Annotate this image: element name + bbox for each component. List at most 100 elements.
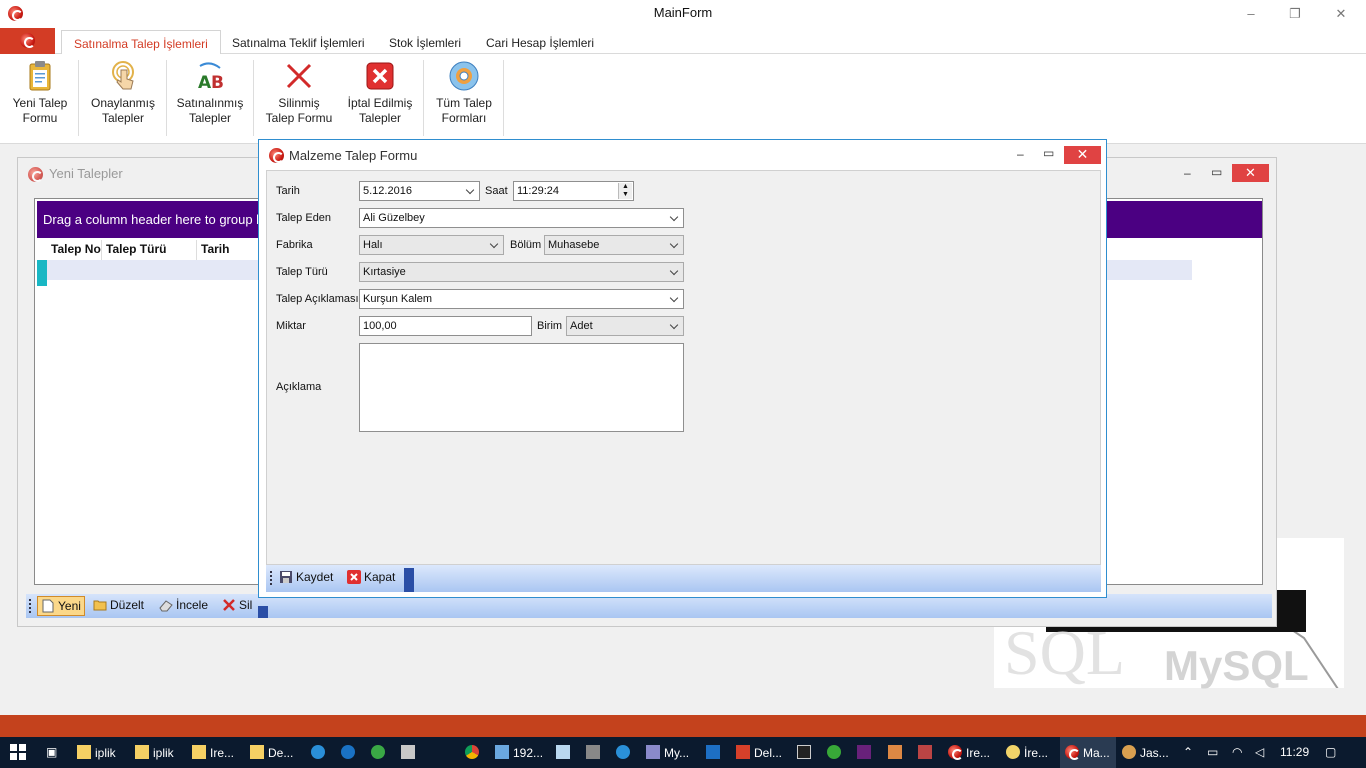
notepad-icon[interactable] <box>556 737 574 768</box>
notifications-icon[interactable]: ▢ <box>1325 737 1336 768</box>
kaydet-button[interactable]: Kaydet <box>276 568 336 588</box>
dialog-minimize-button[interactable]: – <box>1017 147 1024 161</box>
child-maximize-button[interactable]: ▭ <box>1211 165 1222 179</box>
fabrika-combo[interactable]: Halı <box>359 235 504 255</box>
tum-talep-formlari-button[interactable]: Tüm Talep Formları <box>429 58 499 132</box>
aciklama-textarea[interactable] <box>359 343 684 432</box>
ribbon-separator <box>166 60 167 136</box>
taskbar-item-iplik-2[interactable]: iplik <box>135 737 174 768</box>
talep-aciklamasi-combo[interactable]: Kurşun Kalem <box>359 289 684 309</box>
disc-icon <box>448 60 480 92</box>
ribbon-label: Talepler <box>188 111 232 125</box>
battery-icon[interactable]: ▭ <box>1207 737 1218 768</box>
tarih-date-picker[interactable]: 5.12.2016 <box>359 181 480 201</box>
silinmis-talep-formu-button[interactable]: Silinmiş Talep Formu <box>259 58 339 132</box>
visual-studio-icon[interactable] <box>857 737 875 768</box>
taskbar-item-del[interactable]: Del... <box>736 737 782 768</box>
calculator-icon[interactable] <box>586 737 604 768</box>
remote-icon <box>495 745 509 759</box>
clock[interactable]: 11:29 <box>1280 737 1309 768</box>
grip-icon <box>29 599 32 613</box>
app-menu-button[interactable] <box>0 28 55 54</box>
onaylanmis-talepler-button[interactable]: Onaylanmış Talepler <box>84 58 162 132</box>
birim-value: Adet <box>570 320 593 332</box>
taskbar-item-mainform[interactable]: Ma... <box>1060 737 1116 768</box>
child-window-title: Yeni Talepler <box>49 166 123 181</box>
child-close-button[interactable]: ✕ <box>1232 164 1269 182</box>
start-button[interactable] <box>10 737 26 768</box>
tab-stok[interactable]: Stok İşlemleri <box>377 30 473 55</box>
green-app-icon[interactable] <box>827 737 845 768</box>
tools-icon[interactable] <box>401 737 419 768</box>
taskbar-item-192[interactable]: 192... <box>495 737 543 768</box>
wifi-icon[interactable]: ◠ <box>1232 737 1242 768</box>
saat-time-spinner[interactable]: 11:29:24 ▲ ▼ <box>513 181 634 201</box>
yeni-talep-formu-button[interactable]: Yeni Talep Formu <box>6 58 74 132</box>
column-header-talep-turu[interactable]: Talep Türü <box>102 240 197 260</box>
clipboard-icon <box>24 60 56 92</box>
tarih-label: Tarih <box>276 185 300 197</box>
taskbar-item-my[interactable]: My... <box>646 737 689 768</box>
tab-cari-hesap[interactable]: Cari Hesap İşlemleri <box>474 30 606 55</box>
ie-icon[interactable] <box>311 737 329 768</box>
taskbar-label: iplik <box>153 746 174 760</box>
aciklama-label: Açıklama <box>276 381 322 393</box>
shield-icon[interactable] <box>371 737 389 768</box>
ribbon-tabs: Satınalma Talep İşlemleri Satınalma Tekl… <box>0 28 1366 55</box>
chrome-icon[interactable] <box>465 737 483 768</box>
yeni-button[interactable]: Yeni <box>37 596 85 616</box>
task-view-icon[interactable]: ▣ <box>46 737 57 768</box>
chevron-down-icon <box>669 266 681 278</box>
media-icon[interactable] <box>616 737 634 768</box>
kapat-button[interactable]: Kapat <box>344 568 398 588</box>
taskbar-item-ire-app-2[interactable]: İre... <box>1006 737 1048 768</box>
ribbon-panel: Yeni Talep Formu Onaylanmış Talepler AB … <box>0 54 1366 144</box>
toolbar-overflow-button[interactable] <box>404 568 414 592</box>
dialog-toolbar: Kaydet Kapat <box>266 565 1101 592</box>
snip-icon[interactable] <box>918 737 936 768</box>
app-menu-icon <box>20 33 35 48</box>
miktar-input[interactable]: 100,00 <box>359 316 532 336</box>
7zip-icon[interactable] <box>797 737 815 768</box>
toolbar-overflow-button[interactable] <box>258 606 268 618</box>
taskbar-item-iplik-1[interactable]: iplik <box>77 737 116 768</box>
miktar-value: 100,00 <box>363 320 397 332</box>
minimize-button[interactable]: – <box>1228 0 1274 28</box>
dialog-close-button[interactable]: ✕ <box>1064 146 1101 164</box>
edge-icon[interactable] <box>341 737 359 768</box>
settings-app-icon[interactable] <box>888 737 906 768</box>
talep-eden-combo[interactable]: Ali Güzelbey <box>359 208 684 228</box>
volume-icon[interactable]: ◁ <box>1255 737 1264 768</box>
close-button[interactable]: ✕ <box>1318 0 1364 28</box>
outlook-icon[interactable] <box>706 737 724 768</box>
satinalinmis-talepler-button[interactable]: AB Satınalınmış Talepler <box>172 58 248 132</box>
child-minimize-button[interactable]: – <box>1184 166 1191 180</box>
ribbon-label: İptal Edilmiş <box>347 96 413 110</box>
app-root: MainForm – ❐ ✕ Satınalma Talep İşlemleri… <box>0 0 1366 768</box>
duzelt-button[interactable]: Düzelt <box>90 596 147 616</box>
taskbar-label: İre... <box>1024 746 1049 760</box>
talep-turu-combo[interactable]: Kırtasiye <box>359 262 684 282</box>
restore-button[interactable]: ❐ <box>1272 0 1318 28</box>
taskbar-item-ire-folder[interactable]: Ire... <box>192 737 234 768</box>
bolum-combo[interactable]: Muhasebe <box>544 235 684 255</box>
birim-combo[interactable]: Adet <box>566 316 684 336</box>
miktar-label: Miktar <box>276 320 306 332</box>
tab-satinalma-teklif[interactable]: Satınalma Teklif İşlemleri <box>220 30 377 55</box>
tab-satinalma-talep[interactable]: Satınalma Talep İşlemleri <box>61 30 221 55</box>
chevron-up-icon[interactable]: ⌃ <box>1183 737 1193 768</box>
taskbar-item-de-folder[interactable]: De... <box>250 737 293 768</box>
dialog-body: Tarih 5.12.2016 Saat 11:29:24 ▲ ▼ Talep E… <box>266 170 1101 565</box>
sil-button[interactable]: Sil <box>219 596 255 616</box>
iptal-edilmis-talepler-button[interactable]: İptal Edilmiş Talepler <box>343 58 417 132</box>
window-title: MainForm <box>653 5 713 20</box>
taskbar-item-jasper[interactable]: Jas... <box>1122 737 1169 768</box>
incele-button[interactable]: İncele <box>156 596 211 616</box>
x-icon <box>283 60 315 92</box>
column-header-talep-no[interactable]: Talep No <box>47 240 102 260</box>
status-strip <box>0 715 1366 737</box>
dialog-maximize-button[interactable]: ▭ <box>1043 146 1054 160</box>
spin-arrows-icon[interactable]: ▲ ▼ <box>618 183 632 199</box>
taskbar-item-ire-app[interactable]: Ire... <box>948 737 990 768</box>
dialog-logo-icon <box>269 148 284 163</box>
